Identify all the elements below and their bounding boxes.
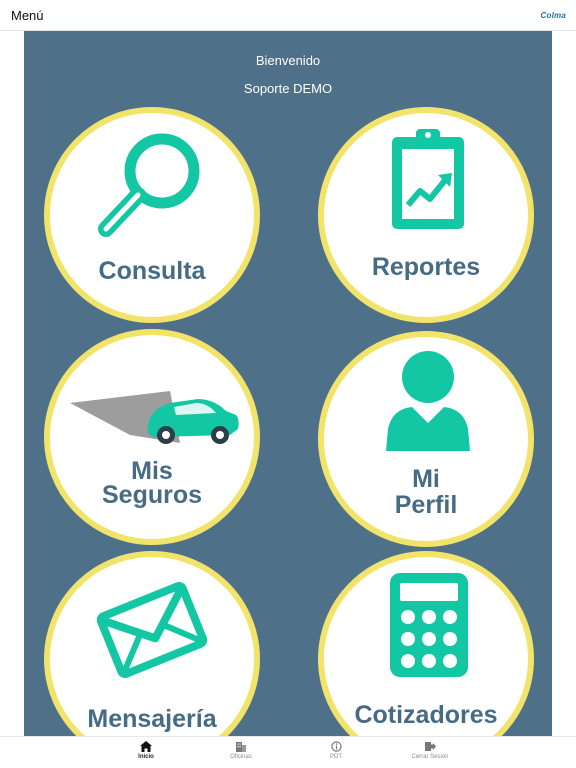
tile-label-line1: Mi bbox=[412, 465, 440, 493]
envelope-icon bbox=[96, 581, 208, 679]
bottom-tab-bar: Inicio Oficinas PDT Cerrar Sesión bbox=[0, 736, 576, 768]
tab-label: PDT bbox=[330, 754, 342, 760]
home-panel: Bienvenido Soporte DEMO Consulta Reporte… bbox=[24, 31, 552, 736]
tile-consulta[interactable]: Consulta bbox=[44, 107, 260, 323]
tile-label: Mensajería bbox=[87, 705, 217, 733]
welcome-greeting: Bienvenido bbox=[255, 53, 321, 68]
tile-label-line1: Mis bbox=[131, 457, 173, 485]
menu-button[interactable]: Menú bbox=[11, 8, 44, 23]
car-icon bbox=[70, 391, 239, 444]
tab-cerrar-sesion[interactable]: Cerrar Sesión bbox=[390, 741, 470, 760]
welcome-user: Soporte DEMO bbox=[243, 81, 333, 96]
tile-mis-seguros[interactable]: Mis Seguros bbox=[44, 329, 260, 545]
tab-label: Oficinas bbox=[230, 754, 252, 760]
brand-logo: Colma bbox=[540, 11, 566, 20]
tab-label: Inicio bbox=[138, 754, 154, 760]
top-bar: Menú Colma bbox=[0, 0, 576, 31]
tab-label: Cerrar Sesión bbox=[411, 754, 449, 760]
tile-label: Cotizadores bbox=[354, 701, 498, 729]
tile-mi-perfil[interactable]: Mi Perfil bbox=[318, 331, 534, 547]
tile-label: Consulta bbox=[98, 257, 206, 285]
calculator-icon bbox=[390, 573, 468, 677]
tab-inicio[interactable]: Inicio bbox=[106, 741, 186, 760]
tab-pdt[interactable]: PDT bbox=[296, 741, 376, 760]
tile-label-line2: Perfil bbox=[394, 491, 458, 519]
clipboard-chart-icon bbox=[392, 129, 464, 229]
logout-icon bbox=[425, 742, 436, 751]
magnifier-icon bbox=[98, 133, 200, 237]
tile-label: Reportes bbox=[371, 253, 481, 281]
tab-oficinas[interactable]: Oficinas bbox=[201, 741, 281, 760]
tile-cotizadores[interactable]: Cotizadores bbox=[318, 551, 534, 736]
building-icon bbox=[236, 742, 246, 752]
person-icon bbox=[386, 351, 470, 451]
tile-mensajeria[interactable]: Mensajería bbox=[44, 551, 260, 736]
home-icon bbox=[140, 741, 152, 752]
info-icon bbox=[330, 741, 342, 752]
tile-reportes[interactable]: Reportes bbox=[318, 107, 534, 323]
tile-label-line2: Seguros bbox=[101, 481, 203, 509]
